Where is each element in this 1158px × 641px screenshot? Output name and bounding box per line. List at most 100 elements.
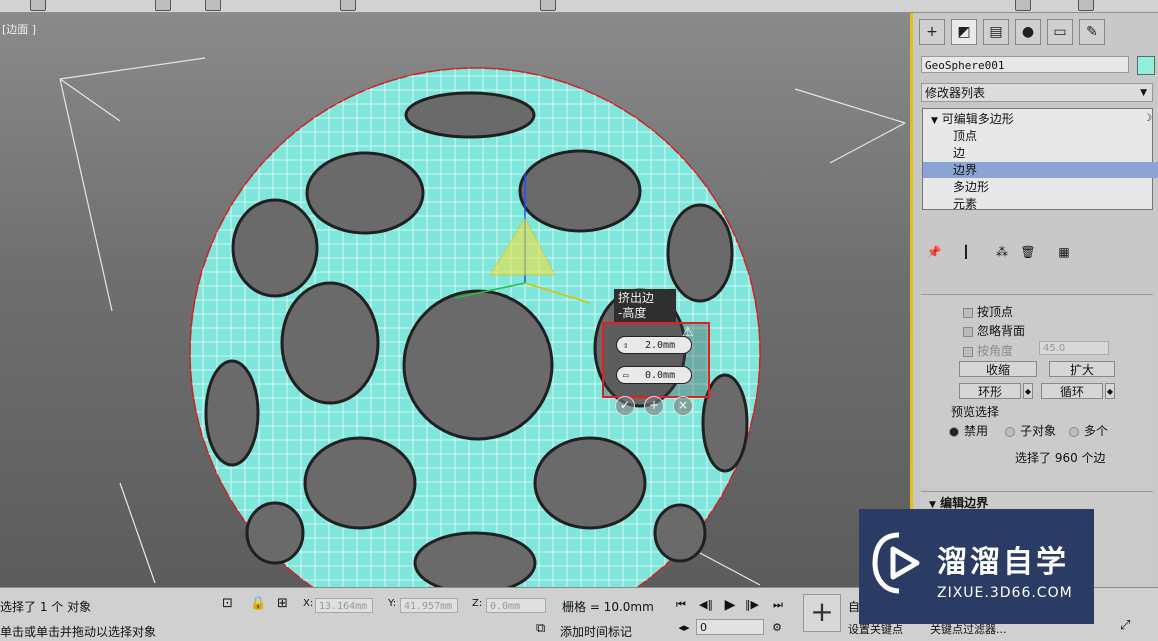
stack-item-polygon[interactable]: 多边形 xyxy=(923,179,1158,195)
preview-multi-radio[interactable]: 多个 xyxy=(1069,422,1108,439)
modifier-list-dropdown[interactable]: 修改器列表 ▼ xyxy=(921,83,1153,102)
toolbar-button[interactable] xyxy=(205,0,221,11)
preview-off-label: 禁用 xyxy=(964,424,989,438)
maximize-viewport-icon[interactable]: ⤢ xyxy=(1120,618,1130,633)
grow-button[interactable]: 扩大 xyxy=(1049,361,1115,377)
angle-value: 45.0 xyxy=(1043,343,1066,354)
by-angle-checkbox[interactable]: 按角度 xyxy=(963,342,1013,359)
close-icon: × xyxy=(677,398,689,412)
ignore-backfacing-label: 忽略背面 xyxy=(977,324,1026,338)
ring-button[interactable]: 环形 xyxy=(959,383,1021,399)
stack-item-label: 元素 xyxy=(953,197,978,211)
stack-item-label: 边 xyxy=(953,146,966,160)
stack-item-label: 顶点 xyxy=(953,129,978,143)
utilities-icon[interactable]: ✎ xyxy=(1079,19,1105,45)
selection-status: 选择了 1 个 对象 xyxy=(0,600,92,614)
stack-item-vertex[interactable]: 顶点 xyxy=(923,128,1158,144)
toolbar-button[interactable] xyxy=(155,0,171,11)
watermark-name: 溜溜自学 xyxy=(937,545,1069,580)
extrude-width-value: 0.0mm xyxy=(645,370,676,381)
loop-button[interactable]: 循环 xyxy=(1041,383,1103,399)
chevron-down-icon: ▼ xyxy=(1140,88,1147,98)
object-color-swatch[interactable] xyxy=(1137,56,1155,75)
stack-item-label: 边界 xyxy=(953,163,978,177)
make-unique-icon[interactable]: ⁂ xyxy=(993,243,1011,261)
create-icon[interactable]: + xyxy=(919,19,945,45)
stack-item-edge[interactable]: 边 xyxy=(923,145,1158,161)
stack-item-element[interactable]: 元素 xyxy=(923,196,1158,211)
shrink-button[interactable]: 收缩 xyxy=(959,361,1037,377)
plus-icon: + xyxy=(648,398,660,412)
hierarchy-icon[interactable]: ▤ xyxy=(983,19,1009,45)
pin-stack-icon[interactable]: 📌 xyxy=(925,243,943,261)
collapse-icon: ▼ xyxy=(931,116,938,126)
selection-count: 选择了 960 个边 xyxy=(1015,451,1106,465)
time-config-icon[interactable]: ⚙ xyxy=(768,619,786,637)
angle-spinner[interactable]: 45.0 xyxy=(1039,341,1109,355)
stack-root-label: 可编辑多边形 xyxy=(941,112,1014,126)
toolbar-button[interactable] xyxy=(340,0,356,11)
z-label: Z: xyxy=(472,598,483,609)
show-end-result-icon[interactable]: ┃ xyxy=(957,243,975,261)
toolbar-button[interactable] xyxy=(1078,0,1094,11)
next-frame-icon[interactable]: ‖▶ xyxy=(743,596,761,614)
key-mode-icon[interactable]: ◂▸ xyxy=(675,619,693,637)
modify-icon[interactable]: ◩ xyxy=(951,19,977,45)
perspective-viewport[interactable]: [边面 ] 挤出边 -高度 ⚠ ⇕ 2.0mm ▭ 0.0mm ✓ + × xyxy=(0,13,913,587)
caddy-cancel-button[interactable]: × xyxy=(673,396,693,416)
toolbar-button[interactable] xyxy=(540,0,556,11)
caddy-title-line: 挤出边 xyxy=(618,291,655,305)
display-icon[interactable]: ▭ xyxy=(1047,19,1073,45)
watermark-url: ZIXUE.3D66.COM xyxy=(937,585,1073,601)
loop-spinner[interactable]: ◆ xyxy=(1105,383,1115,399)
play-icon[interactable]: ▶ xyxy=(721,596,739,614)
caddy-title-line: -高度 xyxy=(618,306,647,320)
time-tag-icon[interactable]: ⧉ xyxy=(536,621,545,636)
set-key-big-icon[interactable]: + xyxy=(803,594,841,632)
object-name-field[interactable]: GeoSphere001 xyxy=(921,56,1129,73)
y-label: Y: xyxy=(388,598,397,609)
y-coordinate-field[interactable]: 41.957mm xyxy=(400,598,458,613)
previous-frame-icon[interactable]: ◀‖ xyxy=(697,596,715,614)
x-coordinate-field[interactable]: 13.164mm xyxy=(315,598,373,613)
extrude-height-field[interactable]: ⇕ 2.0mm xyxy=(616,336,692,354)
selection-rollout: 按顶点 忽略背面 按角度 45.0 收缩 扩大 环形 ◆ 循环 ◆ 预览选择 禁… xyxy=(921,294,1153,487)
lightbulb-icon[interactable]: ☽ xyxy=(1143,111,1152,127)
go-to-end-icon[interactable]: ⏭ xyxy=(769,596,787,614)
edit-borders-title: 编辑边界 xyxy=(940,496,989,510)
caddy-apply-button[interactable]: + xyxy=(644,396,664,416)
preview-subobject-radio[interactable]: 子对象 xyxy=(1005,422,1056,439)
by-angle-label: 按角度 xyxy=(977,344,1014,358)
caddy-ok-button[interactable]: ✓ xyxy=(615,396,635,416)
toolbar-button[interactable] xyxy=(1015,0,1031,11)
x-label: X: xyxy=(303,598,314,609)
lock-icon[interactable]: 🔒 xyxy=(250,596,266,611)
watermark: 溜溜自学 ZIXUE.3D66.COM xyxy=(859,509,1094,624)
preview-off-radio[interactable]: 禁用 xyxy=(949,422,988,439)
toolbar-button[interactable] xyxy=(30,0,46,11)
by-vertex-checkbox[interactable]: 按顶点 xyxy=(963,303,1013,320)
play-logo-icon xyxy=(872,532,920,594)
add-time-tag[interactable]: 添加时间标记 xyxy=(560,623,632,640)
height-icon: ⇕ xyxy=(623,341,629,351)
check-icon: ✓ xyxy=(619,398,631,412)
current-frame-field[interactable]: 0 xyxy=(696,619,764,635)
configure-sets-icon[interactable]: ▦ xyxy=(1055,243,1073,261)
ignore-backfacing-checkbox[interactable]: 忽略背面 xyxy=(963,322,1025,339)
extrude-width-field[interactable]: ▭ 0.0mm xyxy=(616,366,692,384)
remove-modifier-icon[interactable]: 🗑 xyxy=(1019,243,1037,261)
absolute-mode-icon[interactable]: ⊞ xyxy=(277,596,288,611)
caddy-title: 挤出边 -高度 xyxy=(614,289,676,323)
geosphere-mesh[interactable] xyxy=(0,13,910,587)
motion-icon[interactable]: ● xyxy=(1015,19,1041,45)
go-to-start-icon[interactable]: ⏮ xyxy=(672,596,690,614)
by-vertex-label: 按顶点 xyxy=(977,305,1014,319)
stack-root-item[interactable]: ▼ 可编辑多边形 ☽ xyxy=(923,111,1158,127)
z-coordinate-field[interactable]: 0.0mm xyxy=(486,598,546,613)
isolate-icon[interactable]: ⊡ xyxy=(222,596,233,611)
stack-item-border[interactable]: 边界☽ xyxy=(923,162,1158,178)
extrude-caddy: ⚠ ⇕ 2.0mm ▭ 0.0mm xyxy=(602,322,710,398)
modifier-list-label: 修改器列表 xyxy=(925,86,986,100)
ring-spinner[interactable]: ◆ xyxy=(1023,383,1033,399)
stack-toolbar: 📌 ┃ ⁂ 🗑 ▦ xyxy=(921,243,1153,265)
